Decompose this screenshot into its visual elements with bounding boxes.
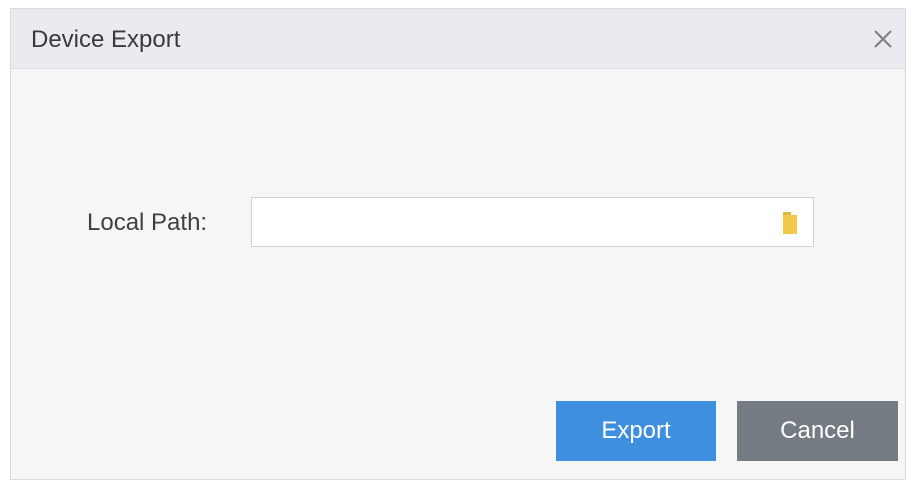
export-button[interactable]: Export: [556, 401, 716, 461]
local-path-input[interactable]: [252, 198, 762, 246]
local-path-label: Local Path:: [87, 209, 208, 236]
dialog-titlebar: Device Export: [11, 9, 905, 69]
device-export-dialog: Device Export Local Path: Export Cancel: [10, 8, 906, 480]
local-path-field[interactable]: [251, 197, 814, 247]
close-icon[interactable]: [867, 23, 899, 55]
folder-icon[interactable]: [780, 210, 800, 236]
cancel-button[interactable]: Cancel: [737, 401, 898, 461]
dialog-title: Device Export: [31, 26, 181, 53]
